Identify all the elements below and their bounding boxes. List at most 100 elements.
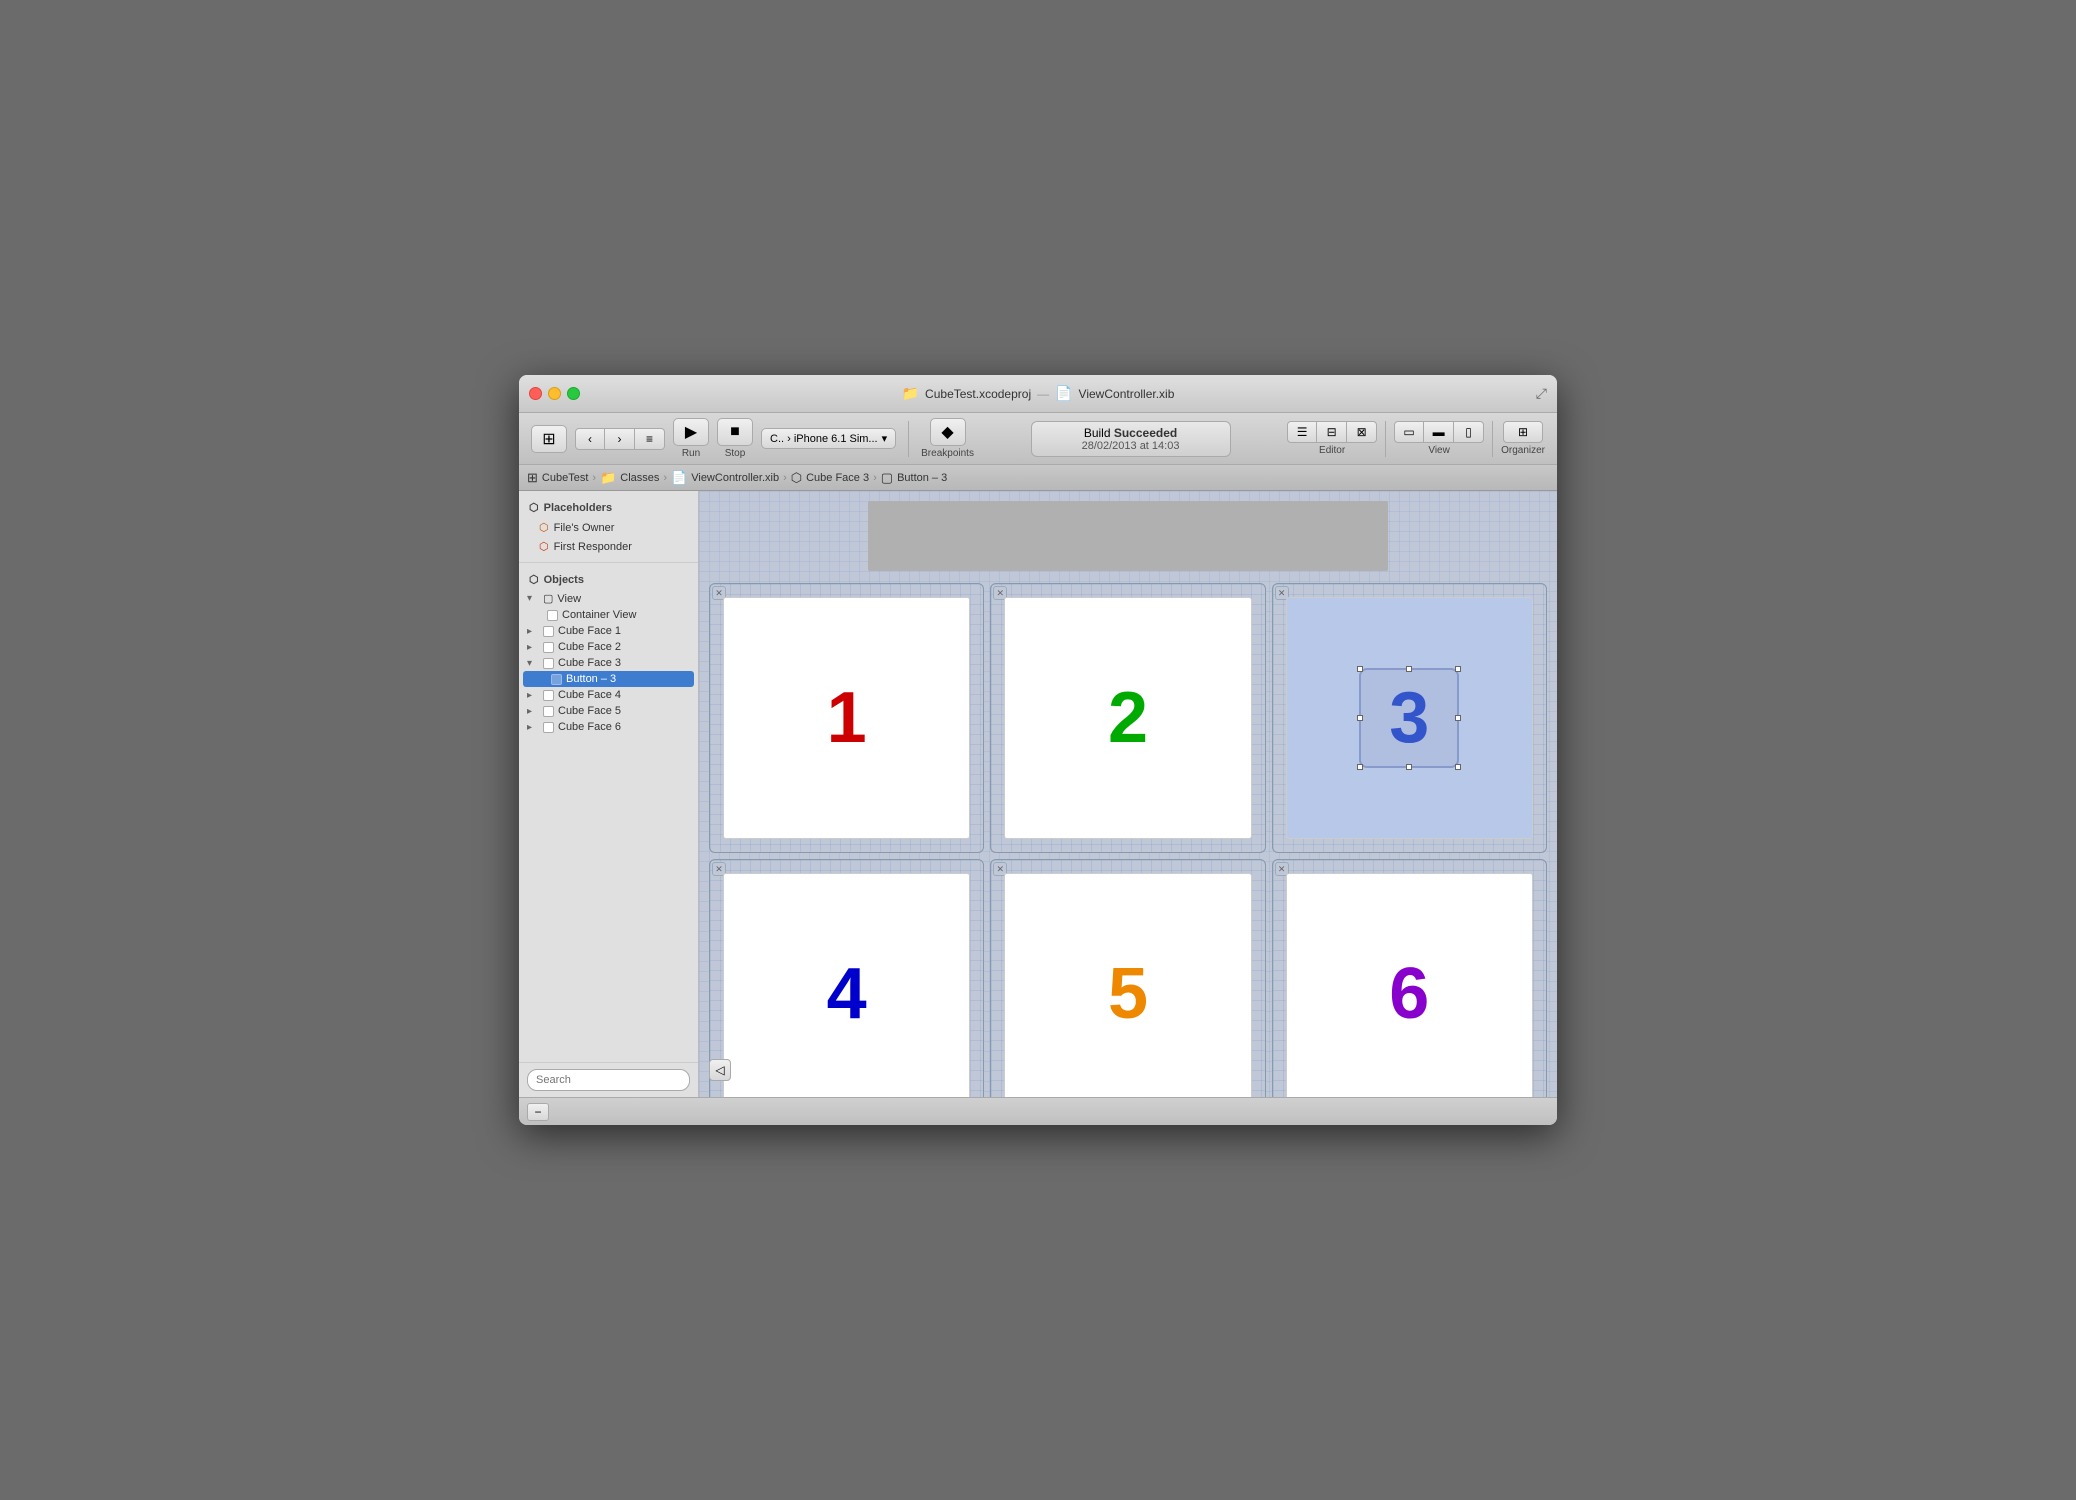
face1-checkbox[interactable] [543,626,554,637]
face3-toggle[interactable]: ▾ [527,658,539,669]
handle-bl[interactable] [1357,764,1363,770]
canvas-area[interactable]: ◁ ✕ 1 [699,491,1557,1097]
face-1-number: 1 [827,677,867,759]
container-checkbox[interactable] [547,610,558,621]
button3-checkbox[interactable] [551,674,562,685]
face-6-inner[interactable]: 6 [1286,873,1533,1097]
breadcrumb-item-2[interactable]: Classes [620,472,659,484]
face-5-number: 5 [1108,953,1148,1035]
toolbar-divider-1 [908,421,909,457]
sidebar-search-input[interactable] [527,1069,690,1091]
list-button[interactable]: ≡ [635,428,665,450]
handle-mr[interactable] [1455,715,1461,721]
tree-item-container-view[interactable]: Container View [519,607,698,623]
editor-icons: ☰ ⊟ ⊠ [1287,421,1377,443]
face1-toggle[interactable]: ▸ [527,626,539,637]
show-debug-button[interactable]: ▬ [1424,421,1454,443]
handle-tr[interactable] [1455,666,1461,672]
organizer-icon[interactable]: ⊞ [1503,421,1543,443]
sidebar-item-files-owner[interactable]: ⬡ File's Owner [519,518,698,537]
zoom-out-button[interactable]: − [527,1103,549,1121]
stop-icon: ■ [717,418,753,446]
first-responder-label: First Responder [554,541,632,553]
tree-item-cube-face-2[interactable]: ▸ Cube Face 2 [519,639,698,655]
show-utilities-button[interactable]: ▯ [1454,421,1484,443]
view-toggle[interactable]: ▾ [527,593,539,604]
faces-row-1: ✕ 1 ✕ 2 [709,583,1547,853]
container-view-label: Container View [562,609,636,621]
breadcrumb-grid-icon: ⊞ [527,470,538,486]
organizer-button: ⊞ Organizer [1501,421,1545,456]
button3-label: Button – 3 [566,673,616,685]
breakpoints-button[interactable]: ◆ Breakpoints [921,418,974,459]
face-4-inner[interactable]: 4 [723,873,970,1097]
breadcrumb-folder-icon: 📁 [600,470,616,486]
sidebar: ⬡ Placeholders ⬡ File's Owner ⬡ First Re… [519,491,699,1097]
tree-item-cube-face-3[interactable]: ▾ Cube Face 3 [519,655,698,671]
tree-item-cube-face-5[interactable]: ▸ Cube Face 5 [519,703,698,719]
face-3-container: ✕ 3 [1272,583,1547,853]
resize-icon[interactable]: ⤢ [1536,385,1547,402]
forward-button[interactable]: › [605,428,635,450]
face-1-inner[interactable]: 1 [723,597,970,839]
face-2-inner[interactable]: 2 [1004,597,1251,839]
assistant-editor-button[interactable]: ⊟ [1317,421,1347,443]
run-button[interactable]: ▶ Run [673,418,709,459]
tree-item-button-3[interactable]: Button – 3 [523,671,694,687]
breadcrumb-item-1[interactable]: CubeTest [542,472,588,484]
handle-br[interactable] [1455,764,1461,770]
breadcrumb-sep-1: › [592,472,596,484]
stop-button[interactable]: ■ Stop [717,418,753,459]
face2-toggle[interactable]: ▸ [527,642,539,653]
handle-tc[interactable] [1406,666,1412,672]
build-status-text: Build Succeeded [1052,426,1210,440]
tree-item-cube-face-6[interactable]: ▸ Cube Face 6 [519,719,698,735]
face2-checkbox[interactable] [543,642,554,653]
standard-editor-button[interactable]: ☰ [1287,421,1317,443]
minimize-button[interactable] [548,387,561,400]
breadcrumb-item-4[interactable]: Cube Face 3 [806,472,869,484]
top-placeholder-block [868,501,1388,571]
face6-toggle[interactable]: ▸ [527,722,539,733]
scheme-selector[interactable]: C.. › iPhone 6.1 Sim... ▾ [761,428,896,449]
view-button-group: ▭ ▬ ▯ View [1394,421,1484,456]
handle-bc[interactable] [1406,764,1412,770]
face3-checkbox[interactable] [543,658,554,669]
sidebar-item-first-responder[interactable]: ⬡ First Responder [519,537,698,556]
show-navigator-button[interactable]: ▭ [1394,421,1424,443]
face-6-number: 6 [1389,953,1429,1035]
face5-checkbox[interactable] [543,706,554,717]
tree-item-cube-face-1[interactable]: ▸ Cube Face 1 [519,623,698,639]
canvas-nav-button[interactable]: ◁ [709,1059,731,1081]
face-5-inner[interactable]: 5 [1004,873,1251,1097]
face4-toggle[interactable]: ▸ [527,690,539,701]
close-button[interactable] [529,387,542,400]
nav-buttons: ‹ › ≡ [575,428,665,450]
faces-row-2: ✕ 4 ✕ 5 [709,859,1547,1097]
build-status-area: Build Succeeded 28/02/2013 at 14:03 [982,421,1279,457]
maximize-button[interactable] [567,387,580,400]
version-editor-button[interactable]: ⊠ [1347,421,1377,443]
face6-checkbox[interactable] [543,722,554,733]
breadcrumb-item-3[interactable]: ViewController.xib [691,472,779,484]
face4-label: Cube Face 4 [558,689,621,701]
breadcrumb-item-5[interactable]: Button – 3 [897,472,947,484]
grid-view-button[interactable]: ⊞ [531,425,567,453]
face4-checkbox[interactable] [543,690,554,701]
canvas-back-icon[interactable]: ◁ [709,1059,731,1081]
handle-tl[interactable] [1357,666,1363,672]
project-title: CubeTest.xcodeproj [925,387,1031,401]
face-2-number: 2 [1108,677,1148,759]
tree-item-cube-face-4[interactable]: ▸ Cube Face 4 [519,687,698,703]
handle-ml[interactable] [1357,715,1363,721]
face-3-selected-button[interactable]: 3 [1359,668,1459,768]
build-result: Succeeded [1114,426,1177,440]
breadcrumb-xib-icon: 📄 [671,470,687,486]
face5-toggle[interactable]: ▸ [527,706,539,717]
breadcrumb-button-icon: ▢ [881,470,893,486]
face-4-number: 4 [827,953,867,1035]
tree-item-view[interactable]: ▾ ▢ View [519,590,698,607]
back-button[interactable]: ‹ [575,428,605,450]
face-3-inner[interactable]: 3 [1286,597,1533,839]
project-icon: 📁 [902,385,919,402]
